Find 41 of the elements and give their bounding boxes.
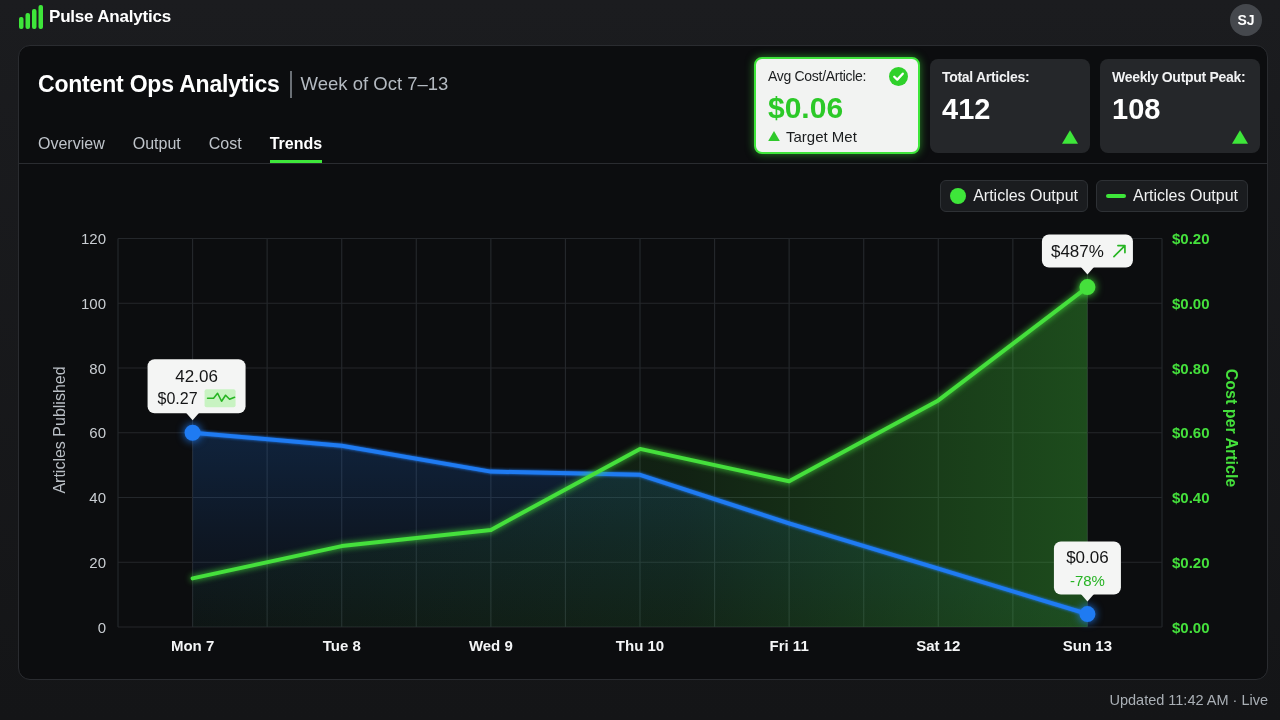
y-axis-tick: 100	[80, 294, 106, 312]
kpi-label: Total Articles:	[942, 69, 1030, 85]
date-range: Week of Oct 7–13	[300, 73, 449, 95]
y-axis-tick: $0.20	[1172, 230, 1210, 247]
tooltip-value: 42.06	[175, 366, 218, 386]
kpi-label: Weekly Output Peak:	[1112, 69, 1246, 85]
y-axis-tick: $0.60	[1172, 424, 1210, 442]
y-axis-tick: $0.80	[1172, 359, 1210, 377]
x-axis-tick: Mon 7	[170, 636, 215, 654]
x-axis-tick: Tue 8	[322, 636, 361, 654]
kpi-status: Target Met	[786, 127, 857, 145]
kpi-value: 108	[1112, 92, 1162, 127]
y-axis-tick: 40	[89, 489, 106, 506]
status-text: Updated 11:42 AM · Live	[1109, 692, 1268, 708]
kpi-label: Avg Cost/Article:	[768, 68, 867, 84]
tooltip-value: $487%	[1050, 241, 1104, 261]
tooltip-value: $0.06	[1066, 548, 1109, 568]
x-axis-tick: Sat 12	[916, 636, 961, 654]
x-axis-tick: Fri 11	[769, 636, 809, 654]
x-axis-tick: Wed 9	[468, 636, 513, 654]
y-axis-tick: 80	[89, 359, 106, 377]
tooltip-change: -78%	[1069, 572, 1105, 590]
kpi-value: $0.06	[768, 90, 845, 126]
x-axis-tick: Sun 13	[1062, 636, 1112, 654]
legend-label: Articles Output	[973, 187, 1079, 205]
y-axis-tick: 60	[89, 424, 106, 442]
y-axis-tick: $0.00	[1172, 294, 1210, 312]
y-axis-tick: 120	[80, 230, 106, 247]
y-axis-title: Articles Published	[50, 366, 68, 494]
kpi-value: 412	[942, 92, 992, 127]
app-name: Pulse Analytics	[49, 7, 172, 27]
x-axis-tick: Thu 10	[615, 636, 665, 654]
y-axis-tick: $0.00	[1172, 618, 1210, 636]
legend-label: Articles Output	[1133, 187, 1238, 205]
page-title: Content Ops Analytics	[38, 70, 280, 98]
y-axis-title: Cost per Article	[1222, 368, 1240, 488]
y-axis-tick: 0	[97, 618, 106, 636]
y-axis-tick: $0.40	[1172, 489, 1210, 506]
tooltip-detail: $0.27	[157, 389, 198, 407]
y-axis-tick: 20	[89, 553, 106, 571]
y-axis-tick: $0.20	[1172, 553, 1210, 571]
